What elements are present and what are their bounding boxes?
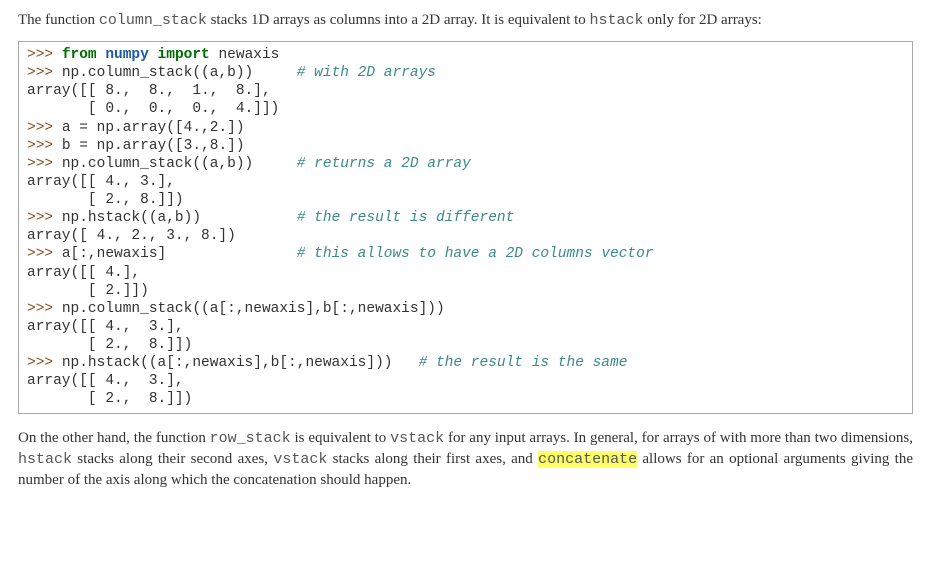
outro-text-3: for any input arrays. In general, for ar… [444,430,913,446]
code-output: array([[ 4., 3.], [27,173,904,191]
code-line: >>> np.column_stack((a,b)) # with 2D arr… [27,64,904,82]
repl-prompt: >>> [27,138,62,154]
inline-code-vstack: vstack [390,430,444,447]
module-numpy: numpy [105,47,149,63]
code-line: >>> a[:,newaxis] # this allows to have a… [27,245,904,263]
code-output: [ 2.]]) [27,282,904,300]
code-comment: # returns a 2D array [297,156,471,172]
repl-prompt: >>> [27,47,62,63]
code-output: array([ 4., 2., 3., 8.]) [27,227,904,245]
inline-code-column-stack: column_stack [99,12,207,29]
code-comment: # this allows to have a 2D columns vecto… [297,246,654,262]
code-line: >>> np.column_stack((a,b)) # returns a 2… [27,155,904,173]
keyword-import: import [158,47,210,63]
code-output: [ 2., 8.]]) [27,191,904,209]
repl-prompt: >>> [27,65,62,81]
repl-prompt: >>> [27,156,62,172]
code-output: array([[ 4., 3.], [27,372,904,390]
outro-text-4: stacks along their second axes, [72,451,273,467]
intro-text-1: The function [18,12,99,28]
outro-text-1: On the other hand, the function [18,430,210,446]
intro-paragraph: The function column_stack stacks 1D arra… [18,10,913,31]
code-output: array([[ 4., 3.], [27,318,904,336]
repl-prompt: >>> [27,301,62,317]
inline-code-hstack: hstack [590,12,644,29]
code-line: >>> np.column_stack((a[:,newaxis],b[:,ne… [27,300,904,318]
code-line: >>> np.hstack((a,b)) # the result is dif… [27,209,904,227]
outro-text-5: stacks along their first axes, and [327,451,538,467]
inline-code-hstack: hstack [18,451,72,468]
code-comment: # the result is different [297,210,515,226]
code-line: >>> np.hstack((a[:,newaxis],b[:,newaxis]… [27,354,904,372]
code-line: >>> b = np.array([3.,8.]) [27,137,904,155]
repl-prompt: >>> [27,210,62,226]
python-code-block: >>> from numpy import newaxis>>> np.colu… [18,41,913,414]
code-output: array([[ 4.], [27,264,904,282]
inline-code-vstack: vstack [273,451,327,468]
repl-prompt: >>> [27,120,62,136]
code-comment: # with 2D arrays [297,65,436,81]
intro-text-3: only for 2D arrays: [644,12,762,28]
keyword-from: from [62,47,97,63]
code-output: [ 0., 0., 0., 4.]]) [27,100,904,118]
code-output: [ 2., 8.]]) [27,336,904,354]
code-line: >>> from numpy import newaxis [27,46,904,64]
inline-code-concatenate-highlighted: concatenate [538,451,637,468]
intro-text-2: stacks 1D arrays as columns into a 2D ar… [207,12,590,28]
code-line: >>> a = np.array([4.,2.]) [27,119,904,137]
repl-prompt: >>> [27,246,62,262]
repl-prompt: >>> [27,355,62,371]
outro-paragraph: On the other hand, the function row_stac… [18,428,913,491]
code-output: [ 2., 8.]]) [27,390,904,408]
outro-text-2: is equivalent to [291,430,390,446]
code-comment: # the result is the same [419,355,628,371]
code-output: array([[ 8., 8., 1., 8.], [27,82,904,100]
inline-code-row-stack: row_stack [210,430,291,447]
